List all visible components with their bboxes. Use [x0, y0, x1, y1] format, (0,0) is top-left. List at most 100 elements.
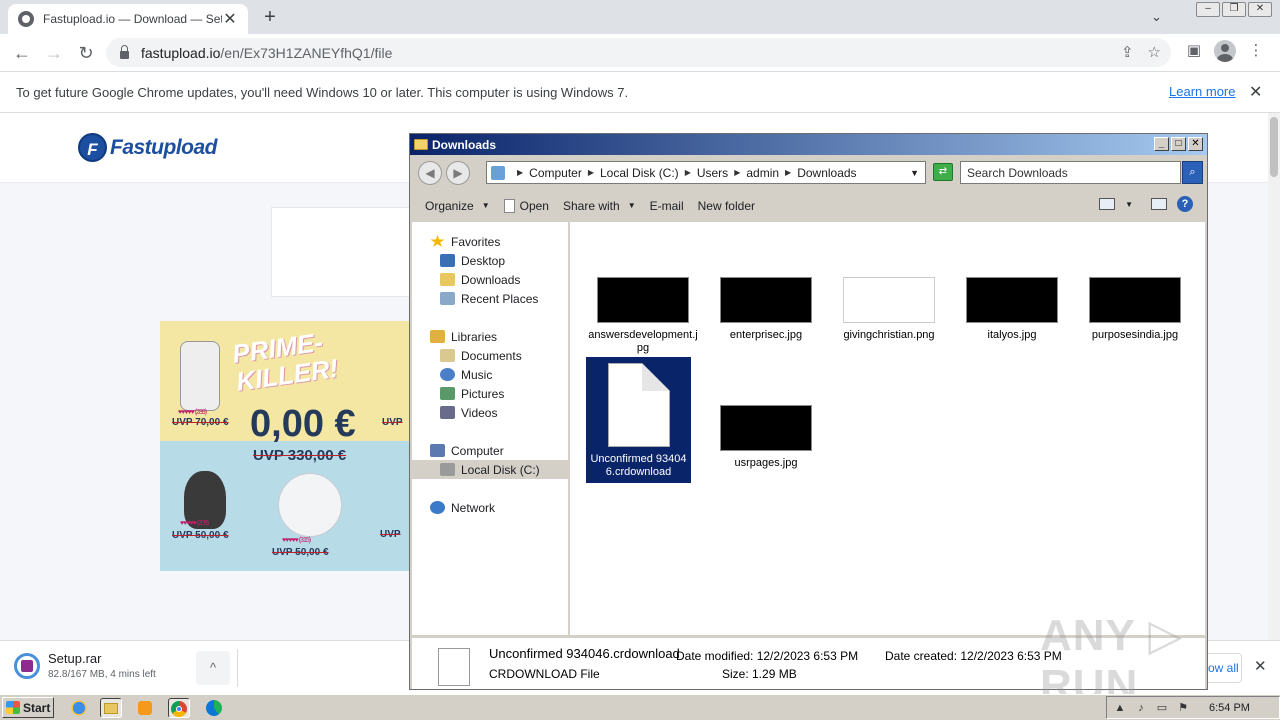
- file-item[interactable]: answersdevelopment.jpg: [588, 277, 698, 355]
- chrome-taskbar-icon[interactable]: [168, 698, 190, 718]
- advertisement-banner[interactable]: PRIME- KILLER! ♥♥♥♥♥ (289) UVP 70,00 € 0…: [160, 321, 410, 571]
- address-dropdown-icon[interactable]: ▼: [910, 168, 919, 178]
- download-status: 82.8/167 MB, 4 mins left: [48, 669, 156, 680]
- details-size: Size: 1.29 MB: [722, 667, 797, 681]
- preview-pane-icon[interactable]: [1151, 198, 1167, 210]
- back-button[interactable]: ←: [6, 37, 38, 69]
- close-tab-button[interactable]: ✕: [222, 9, 238, 29]
- show-hidden-icons[interactable]: ▲: [1113, 701, 1127, 715]
- search-icon[interactable]: ⌕: [1182, 161, 1203, 184]
- nav-videos[interactable]: Videos: [412, 403, 568, 422]
- file-item[interactable]: italyos.jpg: [957, 277, 1067, 342]
- internet-explorer-icon[interactable]: [68, 698, 90, 718]
- file-item[interactable]: usrpages.jpg: [711, 405, 821, 470]
- breadcrumb-downloads[interactable]: Downloads: [797, 166, 856, 180]
- restore-button[interactable]: ❐: [1222, 2, 1246, 17]
- change-view-icon[interactable]: [1099, 198, 1116, 210]
- explorer-titlebar[interactable]: Downloads _ □ ✕: [410, 134, 1207, 155]
- start-button[interactable]: Start: [2, 697, 54, 718]
- file-item[interactable]: purposesindia.jpg: [1080, 277, 1190, 342]
- email-button[interactable]: E-mail: [643, 199, 691, 213]
- lock-icon[interactable]: [120, 44, 129, 59]
- nav-libraries[interactable]: Libraries: [412, 327, 568, 346]
- breadcrumb-local-disk[interactable]: Local Disk (C:): [600, 166, 679, 180]
- explorer-minimize-button[interactable]: _: [1154, 137, 1169, 151]
- view-dropdown-icon[interactable]: ▼: [1125, 200, 1133, 209]
- nav-network[interactable]: Network: [412, 498, 568, 517]
- nav-downloads[interactable]: Downloads: [412, 270, 568, 289]
- organize-button[interactable]: Organize ▼: [418, 199, 497, 213]
- infobar-close-button[interactable]: ✕: [1249, 82, 1262, 102]
- file-name: givingchristian.png: [843, 329, 935, 341]
- refresh-go-button[interactable]: ⇄: [933, 163, 953, 181]
- file-name: answersdevelopment.jpg: [588, 329, 698, 354]
- volume-icon[interactable]: ♪: [1134, 701, 1148, 715]
- share-icon[interactable]: ⇪: [1121, 43, 1134, 61]
- explorer-address-row: ◀ ▶ ▶ Computer ▶ Local Disk (C:) ▶ Users…: [410, 156, 1207, 188]
- documents-icon: [440, 349, 455, 362]
- reload-button[interactable]: ↻: [70, 37, 102, 69]
- tab-search-chevron-icon[interactable]: ⌄: [1151, 9, 1162, 25]
- clock[interactable]: 6:54 PM: [1209, 702, 1250, 714]
- explorer-taskbar-icon[interactable]: [100, 698, 122, 718]
- nav-local-disk[interactable]: Local Disk (C:): [412, 460, 568, 479]
- share-with-button[interactable]: Share with ▼: [556, 199, 643, 213]
- ad-product-image: [278, 473, 342, 537]
- nav-recent-places[interactable]: Recent Places: [412, 289, 568, 308]
- ad-old-price-right: UVP: [382, 417, 403, 428]
- nav-desktop[interactable]: Desktop: [412, 251, 568, 270]
- window-close-button[interactable]: ✕: [1248, 2, 1272, 17]
- page-scroll-thumb[interactable]: [1270, 117, 1278, 177]
- pictures-icon: [440, 387, 455, 400]
- minimize-button[interactable]: –: [1196, 2, 1220, 17]
- navigation-pane: Favorites Desktop Downloads Recent Place…: [412, 222, 570, 635]
- explorer-maximize-button[interactable]: □: [1171, 137, 1186, 151]
- nav-pictures[interactable]: Pictures: [412, 384, 568, 403]
- tab-fastupload[interactable]: Fastupload.io — Download — Setup.rar ✕: [8, 4, 248, 34]
- page-scrollbar[interactable]: [1268, 113, 1280, 640]
- file-item[interactable]: enterprisec.jpg: [711, 277, 821, 342]
- file-item[interactable]: givingchristian.png: [834, 277, 944, 342]
- help-icon[interactable]: ?: [1177, 196, 1193, 212]
- open-button[interactable]: Open: [497, 198, 556, 213]
- forward-button[interactable]: →: [38, 37, 70, 69]
- explorer-breadcrumb[interactable]: ▶ Computer ▶ Local Disk (C:) ▶ Users ▶ a…: [486, 161, 926, 184]
- explorer-forward-button[interactable]: ▶: [446, 161, 470, 185]
- breadcrumb-computer[interactable]: Computer: [529, 166, 582, 180]
- action-center-flag-icon[interactable]: ⚑: [1176, 701, 1190, 715]
- learn-more-link[interactable]: Learn more: [1169, 84, 1235, 99]
- explorer-search-input[interactable]: Search Downloads: [960, 161, 1181, 184]
- menu-icon[interactable]: ⋮: [1244, 39, 1268, 63]
- breadcrumb-users[interactable]: Users: [697, 166, 728, 180]
- windows-logo-icon: [6, 701, 20, 714]
- media-player-icon[interactable]: [134, 698, 156, 718]
- explorer-close-button[interactable]: ✕: [1188, 137, 1203, 151]
- new-tab-button[interactable]: +: [258, 6, 282, 29]
- download-item[interactable]: Setup.rar 82.8/167 MB, 4 mins left: [14, 651, 156, 680]
- infobar-message: To get future Google Chrome updates, you…: [16, 84, 629, 100]
- address-bar[interactable]: fastupload.io/en/Ex73H1ZANEYfhQ1/file ⇪ …: [106, 38, 1171, 67]
- fastupload-logo[interactable]: F Fastupload: [78, 133, 218, 162]
- nav-computer[interactable]: Computer: [412, 441, 568, 460]
- folder-icon: [104, 703, 118, 714]
- file-item-selected[interactable]: Unconfirmed 934046.crdownload: [586, 357, 691, 483]
- nav-favorites[interactable]: Favorites: [412, 232, 568, 251]
- nav-music[interactable]: Music: [412, 365, 568, 384]
- ad-old-price-main: UVP 330,00 €: [253, 447, 347, 464]
- network-icon: [430, 501, 445, 514]
- download-options-chevron-icon[interactable]: ^: [196, 651, 230, 685]
- breadcrumb-admin[interactable]: admin: [746, 166, 779, 180]
- edge-taskbar-icon[interactable]: [203, 698, 225, 718]
- new-folder-button[interactable]: New folder: [691, 199, 762, 213]
- side-panel-icon[interactable]: ▣: [1182, 39, 1206, 63]
- network-tray-icon[interactable]: ▭: [1155, 701, 1169, 715]
- file-card: [271, 207, 411, 297]
- explorer-body: Favorites Desktop Downloads Recent Place…: [412, 222, 1205, 635]
- ad-price: 0,00 €: [250, 403, 356, 445]
- nav-documents[interactable]: Documents: [412, 346, 568, 365]
- details-file-type: CRDOWNLOAD File: [489, 667, 600, 681]
- explorer-back-button[interactable]: ◀: [418, 161, 442, 185]
- profile-avatar[interactable]: [1214, 40, 1236, 62]
- image-thumbnail: [843, 277, 935, 323]
- bookmark-star-icon[interactable]: ☆: [1148, 43, 1161, 61]
